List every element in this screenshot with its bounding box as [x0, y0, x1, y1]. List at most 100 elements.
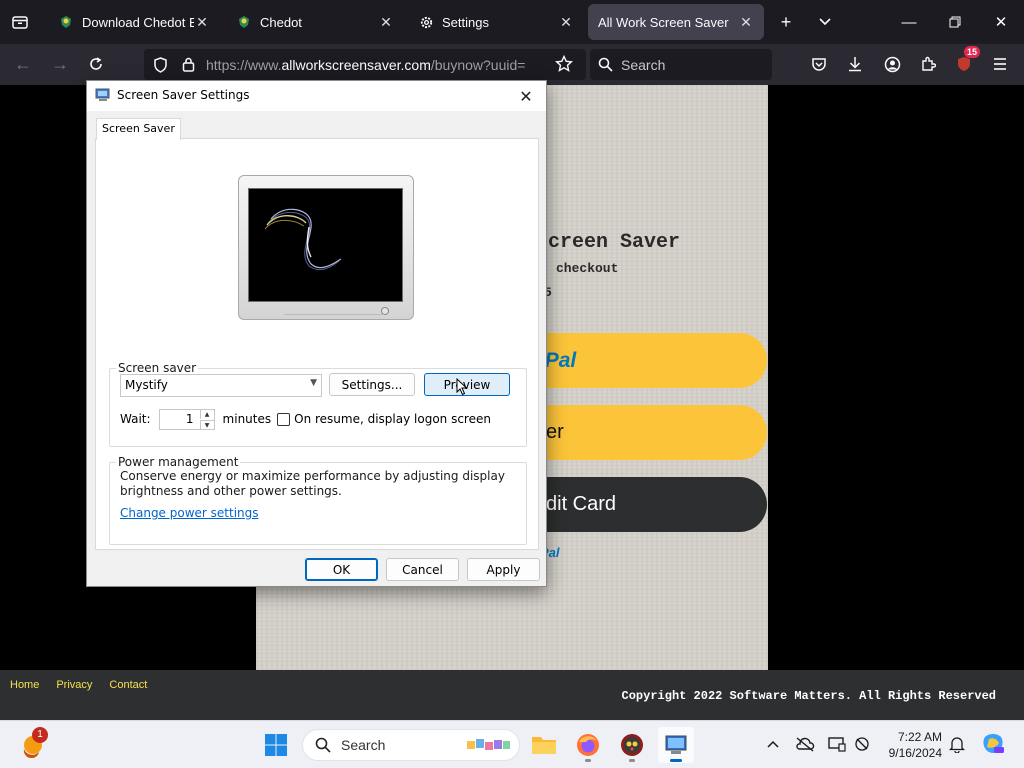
search-highlight-icon	[467, 737, 511, 753]
resume-logon-checkbox[interactable]	[277, 412, 291, 426]
tab-label: Chedot	[260, 14, 302, 30]
chevron-up-icon[interactable]	[762, 733, 784, 755]
restore-button[interactable]	[932, 0, 978, 44]
ok-button[interactable]: OK	[305, 558, 378, 581]
tab-label: Settings	[442, 14, 489, 30]
copilot-icon[interactable]	[980, 733, 1006, 755]
tab-chedot[interactable]: Chedot ✕	[226, 4, 404, 40]
shield-icon[interactable]	[148, 53, 172, 77]
close-icon[interactable]: ✕	[194, 14, 210, 30]
start-windows-icon[interactable]	[258, 727, 294, 763]
group-label: Power management	[118, 455, 239, 469]
download-icon[interactable]	[841, 50, 869, 78]
system-clock[interactable]: 7:22 AM 9/16/2024	[880, 729, 942, 761]
tab-label: Download Chedot Bro	[82, 14, 194, 30]
stepper-down-arrow-icon[interactable]: ▼	[199, 419, 214, 429]
button-label: er	[546, 421, 564, 443]
footer-link-contact[interactable]: Contact	[109, 679, 147, 691]
change-power-settings-link[interactable]: Change power settings	[120, 506, 259, 520]
notification-bell-icon[interactable]	[946, 733, 968, 755]
tab-screen-saver[interactable]: Screen Saver	[96, 118, 181, 140]
reload-button[interactable]	[82, 50, 110, 78]
onedrive-offline-icon[interactable]	[794, 733, 816, 755]
power-description: Conserve energy or maximize performance …	[120, 469, 505, 498]
navigation-toolbar: ← → https://www.allworkscreensaver.com/b…	[0, 44, 1024, 85]
screen-saver-select[interactable]: Mystify ▼	[120, 374, 322, 397]
close-icon[interactable]: ✕	[512, 83, 540, 109]
url-text[interactable]: https://www.allworkscreensaver.com/buyno…	[206, 57, 536, 73]
extensions-icon[interactable]	[914, 50, 942, 78]
widgets-weather-icon[interactable]: 1	[14, 727, 50, 763]
screen-saver-settings-dialog: Screen Saver Settings ✕ Screen Saver Scr…	[86, 80, 547, 587]
resume-logon-label[interactable]: On resume, display logon screen	[294, 412, 491, 426]
lock-icon[interactable]	[176, 53, 200, 77]
file-explorer-icon[interactable]	[526, 727, 562, 763]
dialog-tabs: Screen Saver	[96, 118, 538, 140]
search-placeholder: Search	[341, 737, 386, 753]
settings-button[interactable]: Settings...	[329, 373, 415, 396]
search-bar[interactable]: Search	[590, 49, 772, 80]
apply-button[interactable]: Apply	[467, 558, 540, 581]
footer-link-privacy[interactable]: Privacy	[56, 679, 92, 691]
close-icon[interactable]: ✕	[738, 14, 754, 30]
site-footer: Home Privacy Contact Copyright 2022 Soft…	[0, 670, 1024, 720]
wait-minutes-stepper[interactable]: 1 ▲ ▼	[158, 408, 215, 430]
back-button[interactable]: ←	[9, 50, 37, 78]
page-subtitle: checkout	[556, 261, 619, 276]
window-close-button[interactable]: ✕	[978, 0, 1024, 44]
chedot-taskbar-icon[interactable]	[614, 727, 650, 763]
chedot-icon	[58, 14, 74, 30]
tab-overview-icon[interactable]	[6, 8, 34, 36]
gear-icon	[418, 14, 434, 30]
wait-row: Wait: 1 ▲ ▼ minutes On resume, display l…	[120, 408, 491, 430]
cancel-button[interactable]: Cancel	[386, 558, 459, 581]
screen-capture-icon[interactable]	[826, 733, 848, 755]
wait-label: Wait:	[120, 412, 151, 426]
forward-button[interactable]: →	[46, 50, 74, 78]
active-indicator	[670, 759, 682, 762]
address-bar[interactable]: https://www.allworkscreensaver.com/buyno…	[144, 49, 586, 80]
extension-badge: 15	[964, 46, 981, 58]
preview-screen	[248, 188, 403, 302]
footer-links: Home Privacy Contact	[10, 679, 147, 691]
monitor-base	[284, 314, 384, 319]
monitor-preview	[238, 175, 414, 320]
running-indicator	[585, 759, 591, 762]
footer-link-home[interactable]: Home	[10, 679, 39, 691]
menu-icon[interactable]	[986, 50, 1014, 78]
page-title: creen Saver	[548, 231, 681, 254]
browser-tab-bar: Download Chedot Bro ✕ Chedot ✕ Settings …	[0, 0, 1024, 44]
account-icon[interactable]	[878, 50, 906, 78]
minimize-button[interactable]: —	[886, 0, 932, 44]
screen-saver-tab-panel: Screen saver Mystify ▼ Settings... Previ…	[95, 138, 539, 550]
dialog-title: Screen Saver Settings	[117, 88, 250, 102]
firefox-icon[interactable]	[570, 727, 606, 763]
mouse-cursor-icon	[456, 377, 468, 401]
network-disconnected-icon[interactable]	[852, 733, 874, 755]
tab-all-work-screen-saver[interactable]: All Work Screen Saver ✕	[588, 4, 764, 40]
tab-settings[interactable]: Settings ✕	[408, 4, 584, 40]
bookmark-star-icon[interactable]	[552, 52, 576, 76]
dialog-title-bar[interactable]: Screen Saver Settings ✕	[87, 81, 546, 111]
windows-taskbar: 1 Search 7:22 AM 9/16/2024	[0, 720, 1024, 768]
display-settings-taskbar-icon[interactable]	[658, 727, 694, 763]
tab-label: All Work Screen Saver	[598, 14, 729, 30]
running-indicator	[629, 759, 635, 762]
pocket-icon[interactable]	[805, 50, 833, 78]
search-icon	[598, 57, 613, 72]
button-label: dit Card	[546, 493, 617, 515]
widget-badge: 1	[32, 727, 48, 743]
tab-download-chedot[interactable]: Download Chedot Bro ✕	[48, 4, 220, 40]
search-placeholder: Search	[621, 56, 666, 73]
display-settings-icon	[95, 88, 111, 102]
close-icon[interactable]: ✕	[558, 14, 574, 30]
wait-value: 1	[185, 411, 194, 426]
chevron-down-icon[interactable]	[811, 8, 839, 36]
stepper-up-arrow-icon[interactable]: ▲	[199, 409, 214, 419]
adblock-extension-icon[interactable]: 15	[950, 46, 981, 78]
taskbar-search[interactable]: Search	[302, 729, 520, 761]
new-tab-button[interactable]: +	[772, 8, 800, 36]
close-icon[interactable]: ✕	[378, 14, 394, 30]
selected-screen-saver: Mystify	[125, 378, 168, 392]
chevron-down-icon: ▼	[310, 378, 317, 388]
